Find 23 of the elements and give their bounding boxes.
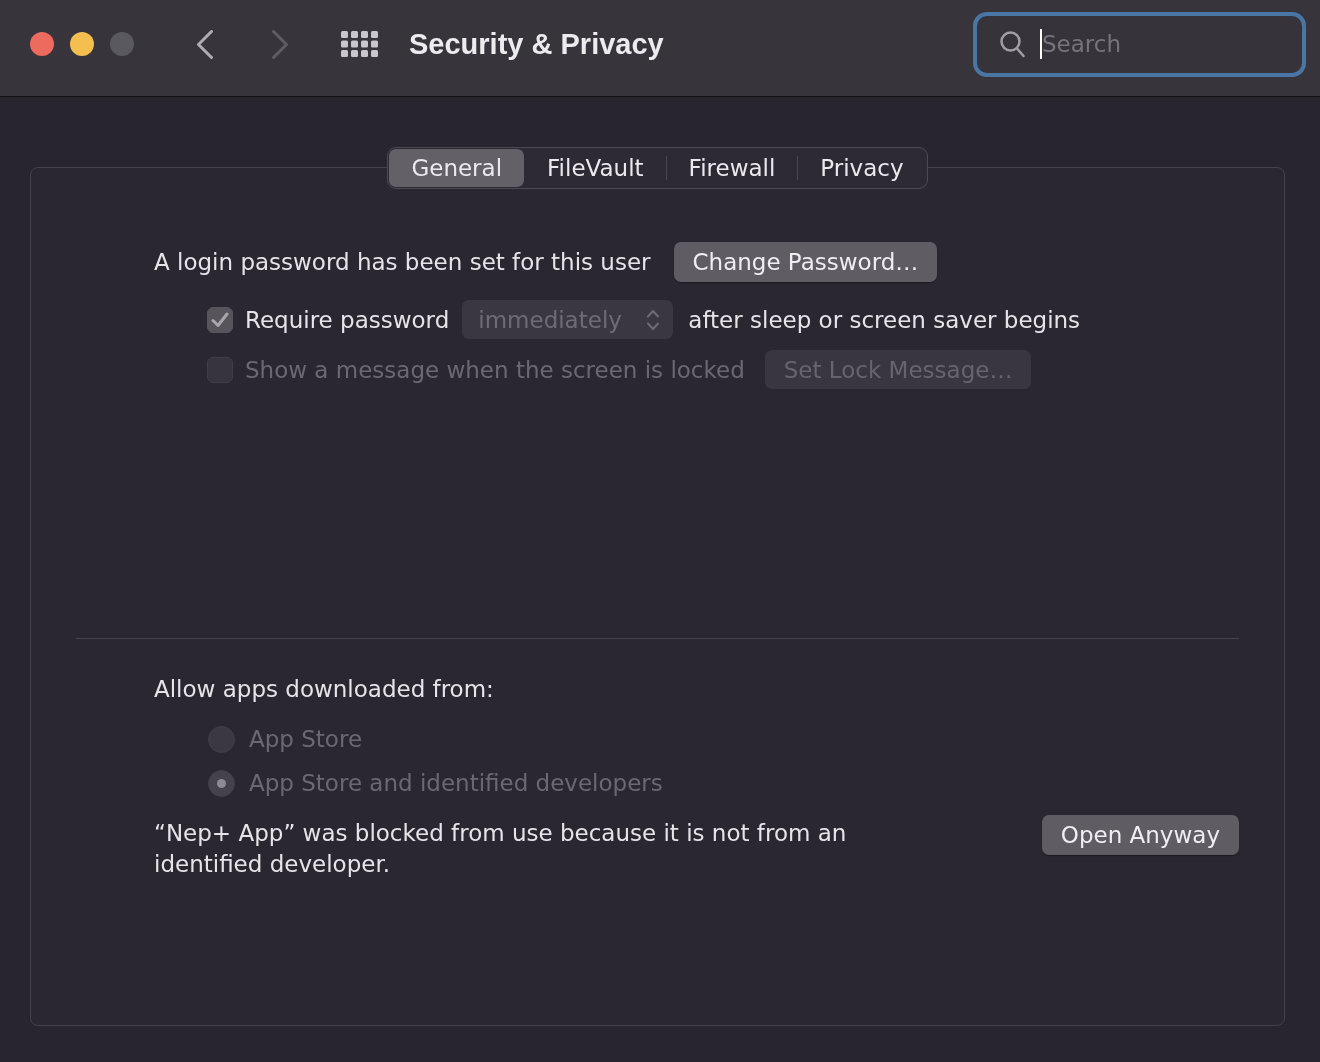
radio-label: App Store <box>249 725 363 754</box>
blocked-app-message: “Nep+ App” was blocked from use because it is not from an identified developer. <box>154 819 848 879</box>
tab[interactable]: Privacy <box>798 149 926 187</box>
chevron-left-icon[interactable] <box>197 29 213 59</box>
section-heading: Allow apps downloaded from: <box>154 675 494 704</box>
password-status-text: A login password has been set for this user <box>154 248 651 277</box>
tab[interactable]: FileVault <box>525 149 666 187</box>
checkmark-icon <box>211 311 229 328</box>
checkbox-label: Show a message when the screen is locked <box>245 355 745 385</box>
text-cursor-icon <box>1040 29 1042 59</box>
grid-icon[interactable] <box>341 31 378 57</box>
checkbox-suffix-text: after sleep or screen saver begins <box>688 305 1081 335</box>
checkbox[interactable] <box>207 306 233 333</box>
checkbox-label: Require password <box>245 305 450 335</box>
close-button[interactable] <box>30 32 54 56</box>
tab[interactable]: General <box>389 149 525 187</box>
minimize-button[interactable] <box>70 32 94 56</box>
tab[interactable]: Firewall <box>666 149 798 187</box>
radio-label: App Store and identified developers <box>249 769 663 798</box>
change-password-button[interactable]: Change Password… <box>673 242 938 282</box>
chevron-up-down-icon <box>646 307 661 332</box>
window-title: Security & Privacy <box>409 27 664 61</box>
search-icon <box>1000 30 1025 58</box>
